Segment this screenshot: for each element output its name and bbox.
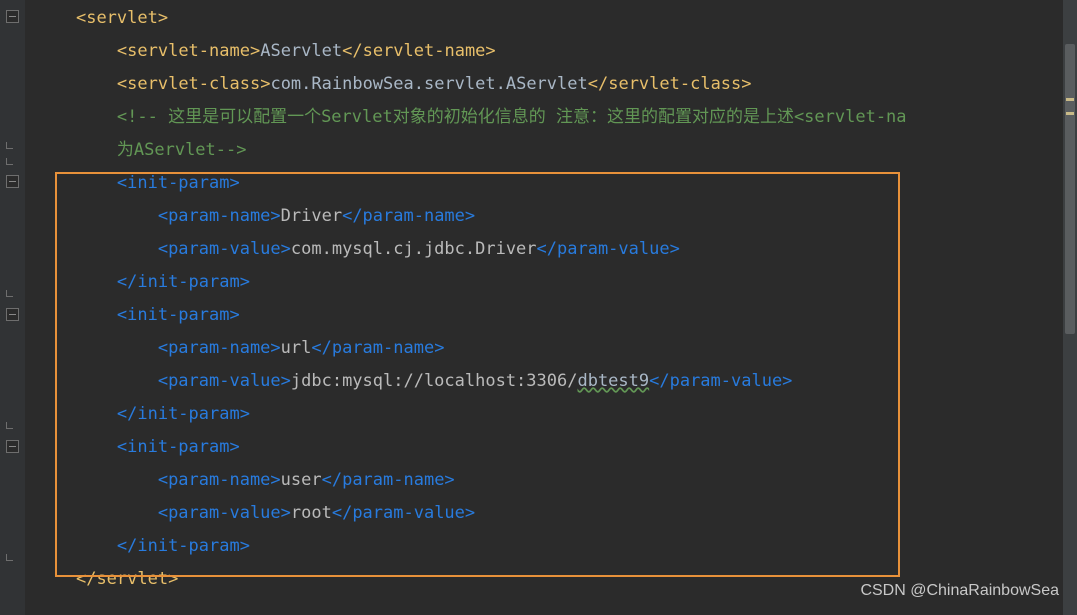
code-line[interactable]: <init-param> xyxy=(35,167,1077,200)
scrollbar-thumb[interactable] xyxy=(1065,44,1075,334)
code-line[interactable]: <init-param> xyxy=(35,299,1077,332)
code-line[interactable]: <servlet> xyxy=(35,2,1077,35)
code-line[interactable]: <param-value>com.mysql.cj.jdbc.Driver</p… xyxy=(35,233,1077,266)
code-line[interactable]: </init-param> xyxy=(35,530,1077,563)
code-line[interactable]: <!-- 这里是可以配置一个Servlet对象的初始化信息的 注意：这里的配置对… xyxy=(35,101,1077,134)
code-line[interactable]: </init-param> xyxy=(35,266,1077,299)
code-line[interactable]: </init-param> xyxy=(35,398,1077,431)
fold-end-icon xyxy=(6,158,13,165)
scrollbar-mark xyxy=(1066,112,1074,115)
code-line[interactable]: <param-value>root</param-value> xyxy=(35,497,1077,530)
code-line[interactable]: 为AServlet--> xyxy=(35,134,1077,167)
fold-end-icon xyxy=(6,554,13,561)
code-line[interactable]: <init-param> xyxy=(35,431,1077,464)
scrollbar-mark xyxy=(1066,98,1074,101)
fold-collapse-icon[interactable] xyxy=(6,10,19,23)
watermark: CSDN @ChinaRainbowSea xyxy=(860,574,1059,607)
code-line[interactable]: <servlet-class>com.RainbowSea.servlet.AS… xyxy=(35,68,1077,101)
fold-collapse-icon[interactable] xyxy=(6,440,19,453)
fold-end-icon xyxy=(6,142,13,149)
code-line[interactable]: <servlet-name>AServlet</servlet-name> xyxy=(35,35,1077,68)
code-line[interactable]: <param-name>url</param-name> xyxy=(35,332,1077,365)
fold-end-icon xyxy=(6,290,13,297)
fold-end-icon xyxy=(6,422,13,429)
editor-gutter xyxy=(0,0,25,615)
fold-collapse-icon[interactable] xyxy=(6,308,19,321)
scrollbar[interactable] xyxy=(1063,0,1077,615)
code-line[interactable]: <param-name>user</param-name> xyxy=(35,464,1077,497)
code-line[interactable]: <param-value>jdbc:mysql://localhost:3306… xyxy=(35,365,1077,398)
fold-collapse-icon[interactable] xyxy=(6,175,19,188)
code-editor[interactable]: <servlet> <servlet-name>AServlet</servle… xyxy=(0,0,1077,596)
code-line[interactable]: <param-name>Driver</param-name> xyxy=(35,200,1077,233)
